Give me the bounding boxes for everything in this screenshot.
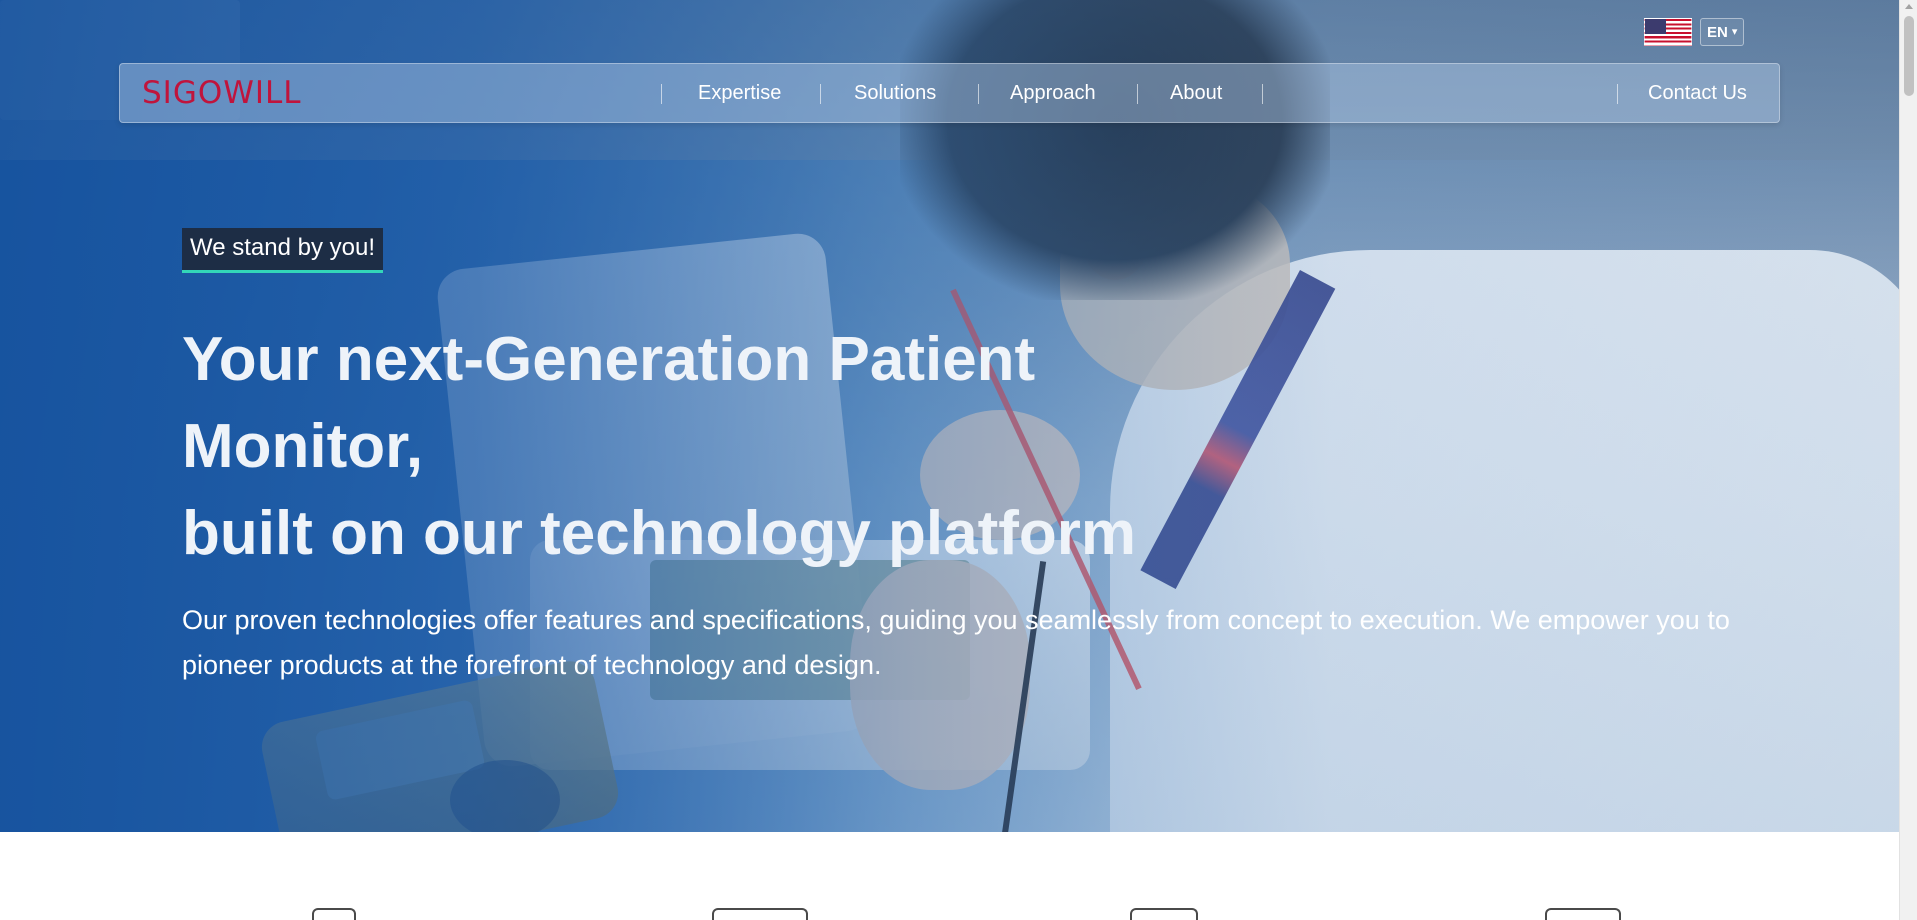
language-code: EN xyxy=(1707,23,1728,41)
chevron-down-icon: ▾ xyxy=(1731,25,1738,38)
nav-separator xyxy=(1137,84,1138,104)
headline-line-2: built on our technology platform xyxy=(182,499,1137,568)
hero-description: Our proven technologies offer features a… xyxy=(182,605,1730,680)
main-navbar: SIGOWILL Expertise Solutions Approach Ab… xyxy=(119,63,1780,123)
nav-approach[interactable]: Approach xyxy=(1010,81,1096,105)
page-scrollbar[interactable] xyxy=(1899,0,1917,920)
language-dropdown[interactable]: EN ▾ xyxy=(1700,18,1745,46)
scroll-up-icon[interactable] xyxy=(1905,4,1913,9)
hero-tagline: We stand by you! xyxy=(182,228,383,273)
nav-solutions[interactable]: Solutions xyxy=(854,81,936,105)
feature-icon-2 xyxy=(712,908,808,920)
language-selector[interactable]: EN ▾ xyxy=(1644,18,1745,46)
hero-headline: Your next-Generation Patient Monitor, bu… xyxy=(182,316,1182,577)
nav-expertise[interactable]: Expertise xyxy=(698,81,781,105)
nav-separator xyxy=(1262,84,1263,104)
nav-separator xyxy=(661,84,662,104)
nav-separator xyxy=(820,84,821,104)
us-flag-icon xyxy=(1644,18,1692,46)
feature-icon-1 xyxy=(312,908,356,920)
nav-separator xyxy=(978,84,979,104)
feature-icon-4 xyxy=(1545,908,1621,920)
flag-canton xyxy=(1645,19,1666,34)
nav-about[interactable]: About xyxy=(1170,81,1222,105)
feature-icon-3 xyxy=(1130,908,1198,920)
features-section xyxy=(0,832,1899,920)
headline-line-1: Your next-Generation Patient Monitor, xyxy=(182,325,1036,481)
scrollbar-thumb[interactable] xyxy=(1904,16,1914,96)
nav-separator xyxy=(1617,84,1618,104)
brand-logo[interactable]: SIGOWILL xyxy=(142,78,302,109)
nav-contact-us[interactable]: Contact Us xyxy=(1648,81,1747,105)
